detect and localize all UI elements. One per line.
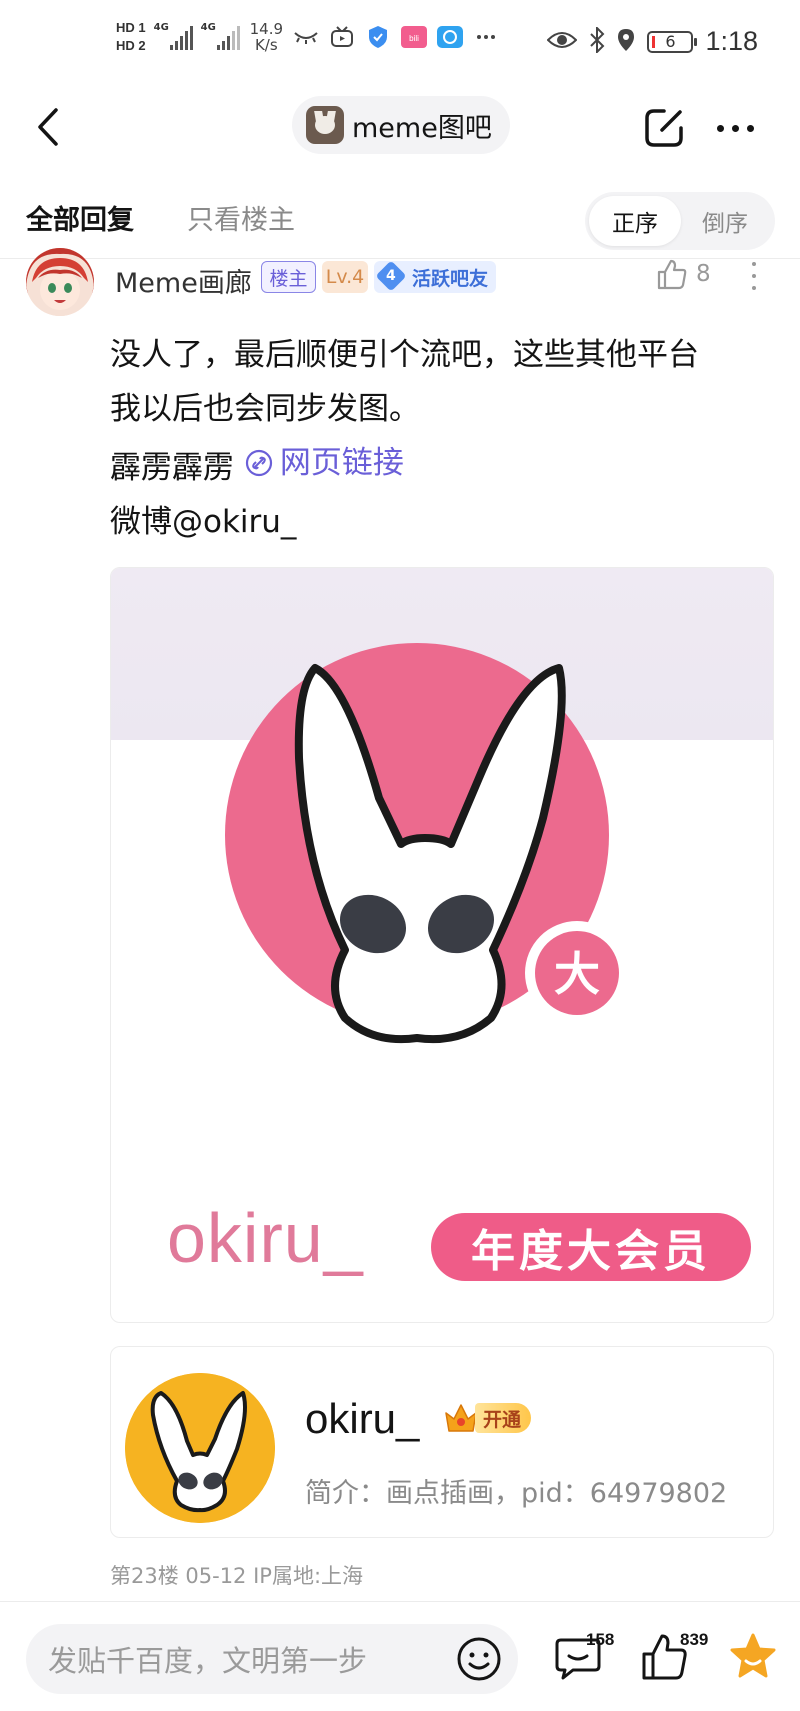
- sim2-label: HD 2: [116, 38, 146, 53]
- post-like-button[interactable]: 8: [656, 258, 711, 290]
- web-link[interactable]: 网页链接: [244, 436, 404, 490]
- battery-level: 6: [665, 32, 676, 51]
- vip-open-badge[interactable]: 开通: [443, 1399, 532, 1437]
- tab-all-replies[interactable]: 全部回复: [26, 198, 134, 237]
- image-caption-name: okiru_: [167, 1199, 364, 1277]
- emoji-button[interactable]: [455, 1635, 503, 1683]
- svg-text:大: 大: [554, 947, 600, 1001]
- post-like-count: 8: [696, 261, 711, 287]
- image-caption-vip: 年度大会员: [431, 1213, 751, 1281]
- eye-icon: [547, 30, 578, 54]
- sort-ascending-button[interactable]: 正序: [589, 196, 681, 246]
- user-name[interactable]: Meme画廊: [115, 261, 252, 300]
- weibo-line: 微博@okiru_: [110, 504, 297, 540]
- dot: [716, 124, 724, 132]
- sort-descending-button[interactable]: 倒序: [679, 196, 771, 246]
- post-text-line: 霹雳霹雳 网页链接: [110, 436, 780, 495]
- active-member-label: 活跃吧友: [411, 267, 488, 290]
- battery-icon: 6: [647, 30, 698, 53]
- post-meta: 第23楼 05-12 IP属地:上海: [110, 1564, 364, 1588]
- more-options-button[interactable]: [710, 106, 760, 150]
- vip-open-label: 开通: [475, 1403, 532, 1433]
- avatar[interactable]: [26, 248, 94, 316]
- forum-pill[interactable]: meme图吧: [292, 96, 510, 154]
- host-badge: 楼主: [261, 261, 316, 293]
- status-bar: HD 1 HD 2 4G 4G 14.9 K/s bili 6 1:18: [0, 0, 800, 86]
- web-link-text: 网页链接: [279, 445, 404, 481]
- bottom-bar: 发贴千百度，文明第一步 158 839: [0, 1601, 800, 1711]
- dot: [752, 286, 756, 290]
- dot: [746, 124, 754, 132]
- network-speed: 14.9 K/s: [249, 19, 284, 54]
- crown-icon: [445, 1404, 477, 1432]
- edit-icon: [645, 109, 683, 147]
- post-text-line: 没人了，最后顺便引个流吧，这些其他平台: [110, 337, 699, 373]
- post-text-line: 我以后也会同步发图。: [110, 391, 420, 427]
- dot: [752, 262, 756, 266]
- edit-button[interactable]: [642, 106, 686, 150]
- like-count: 839: [680, 1630, 709, 1649]
- profile-name: okiru_: [305, 1395, 420, 1442]
- tab-host-only[interactable]: 只看楼主: [187, 198, 295, 237]
- comment-count: 158: [586, 1630, 615, 1649]
- dot: [752, 274, 756, 278]
- reply-input[interactable]: 发贴千百度，文明第一步: [26, 1624, 518, 1694]
- forum-avatar: [306, 106, 344, 144]
- bilibili-icon: bili: [401, 24, 428, 50]
- back-button[interactable]: [28, 102, 68, 152]
- profile-avatar: [125, 1373, 275, 1523]
- active-level-icon: 4: [375, 260, 407, 292]
- forum-name: meme图吧: [352, 112, 492, 144]
- sim1-label: HD 1: [116, 20, 146, 35]
- clock: 1:18: [705, 26, 758, 56]
- active-member-badge: 4 活跃吧友: [374, 260, 496, 293]
- sim-indicators: HD 1 HD 2: [116, 20, 146, 53]
- signal-1-icon: 4G: [154, 22, 193, 50]
- post-body: 没人了，最后顺便引个流吧，这些其他平台 我以后也会同步发图。 霹雳霹雳 网页链接…: [110, 328, 780, 549]
- location-icon: [617, 28, 635, 56]
- nav-bar: meme图吧: [0, 86, 800, 170]
- chevron-left-icon: [38, 108, 58, 146]
- reply-tabs: 全部回复 只看楼主 正序 倒序: [0, 180, 800, 256]
- favorite-button[interactable]: [728, 1632, 778, 1682]
- tv-icon: [329, 24, 355, 50]
- signal-2-icon: 4G: [201, 22, 240, 50]
- eye-closed-icon: [293, 24, 319, 50]
- more-notifications-icon: [473, 24, 499, 50]
- profile-bio: 简介：画点插画，pid：64979802: [305, 1478, 728, 1509]
- post-more-button[interactable]: [744, 258, 764, 294]
- thumbs-up-icon: [657, 259, 687, 290]
- profile-link-card[interactable]: okiru_ 开通 简介：画点插画，pid：64979802: [110, 1346, 774, 1538]
- rabbit-logo-icon: 大: [225, 643, 629, 1044]
- svg-text:bili: bili: [409, 34, 419, 43]
- post-image[interactable]: 大 okiru_ 年度大会员: [110, 567, 774, 1323]
- chat-app-icon: [437, 24, 464, 50]
- dot: [731, 124, 739, 132]
- smiley-icon: [457, 1637, 501, 1681]
- sort-toggle: 正序 倒序: [585, 192, 775, 250]
- level-badge: Lv.4: [322, 261, 368, 293]
- reply-input-placeholder: 发贴千百度，文明第一步: [48, 1644, 368, 1678]
- bluetooth-icon: [589, 25, 605, 57]
- shield-icon: [365, 24, 391, 50]
- star-icon: [730, 1633, 776, 1678]
- link-icon: [245, 449, 272, 477]
